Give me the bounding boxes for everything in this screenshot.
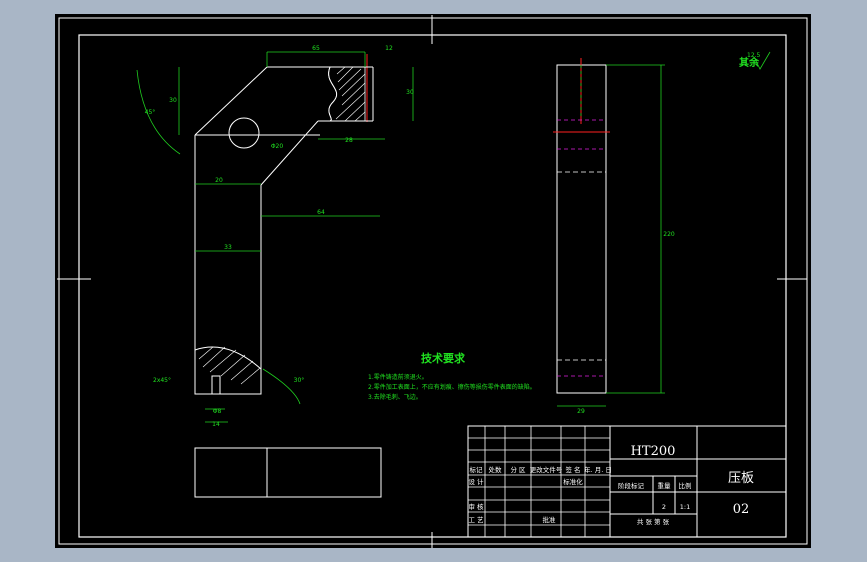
dim-pin-dia: Φ8 <box>213 408 222 415</box>
header-cell-0: 标记 <box>470 465 484 474</box>
inner-border <box>78 34 787 538</box>
surface-finish-value: 12.5 <box>747 52 761 59</box>
bolt-hole <box>228 117 260 149</box>
tech-req-heading: 技术要求 <box>421 351 466 365</box>
dim-hole: Φ20 <box>271 143 284 150</box>
dim-side-height: 220 <box>663 231 675 238</box>
standard-label: 标准化 <box>563 477 583 486</box>
dim-pin-width: 14 <box>212 421 220 428</box>
header-cell-4: 签 名 <box>565 465 580 474</box>
scale-text: 1:1 <box>680 503 690 511</box>
tech-req-item-1: 1.零件铸造前须退火。 <box>368 373 428 381</box>
pin <box>211 375 221 395</box>
header-cell-3: 更改文件号 <box>530 465 563 474</box>
quantity-text: 2 <box>662 503 666 511</box>
front-dimensions <box>136 51 414 423</box>
dim-chamfer: 2x45° <box>153 377 171 384</box>
stage-label: 阶段标记 <box>618 481 645 490</box>
scale-label: 比例 <box>679 481 692 490</box>
tech-req-item-3: 3.去除毛刺、飞边。 <box>368 393 422 401</box>
process-label: 工 艺 <box>468 516 484 524</box>
drawing-no-text: 02 <box>733 502 750 517</box>
header-cell-1: 处数 <box>489 465 503 474</box>
sheets-label: 共 张 第 张 <box>637 517 670 526</box>
front-view <box>194 54 374 395</box>
header-cell-5: 年. 月. 日 <box>584 465 612 474</box>
design-label: 设 计 <box>468 477 484 486</box>
part-name-text: 压板 <box>728 471 754 486</box>
tech-req-item-2: 2.零件加工表面上，不应有划痕、擦伤等损伤零件表面的缺陷。 <box>368 383 536 391</box>
title-block <box>194 425 787 538</box>
dim-ledge: 28 <box>345 137 353 144</box>
cad-drawing: HT200 压板 02 1:1 2 阶段标记 重量 比例 共 张 第 张 标记 … <box>57 15 808 548</box>
material-text: HT200 <box>631 444 676 459</box>
dim-arm-width: 33 <box>224 244 232 251</box>
dim-right-height: 30 <box>406 89 414 96</box>
dim-left-height: 30 <box>169 97 177 104</box>
dim-top-right: 12 <box>385 45 393 52</box>
dim-foot-angle: 30° <box>294 377 305 384</box>
dim-angle: 45° <box>145 109 156 116</box>
weight-label: 重量 <box>658 482 672 490</box>
drawing-sheet: HT200 压板 02 1:1 2 阶段标记 重量 比例 共 张 第 张 标记 … <box>55 14 811 548</box>
section-hatch-top <box>328 66 366 122</box>
review-label: 审 核 <box>468 502 484 511</box>
side-view <box>553 58 665 407</box>
dim-neck: 20 <box>215 177 223 184</box>
header-cell-2: 分 区 <box>510 465 526 474</box>
dim-top-width: 65 <box>312 45 320 52</box>
dim-reach: 64 <box>317 209 325 216</box>
dim-side-width: 29 <box>577 408 585 415</box>
approve-label: 批准 <box>543 515 557 524</box>
